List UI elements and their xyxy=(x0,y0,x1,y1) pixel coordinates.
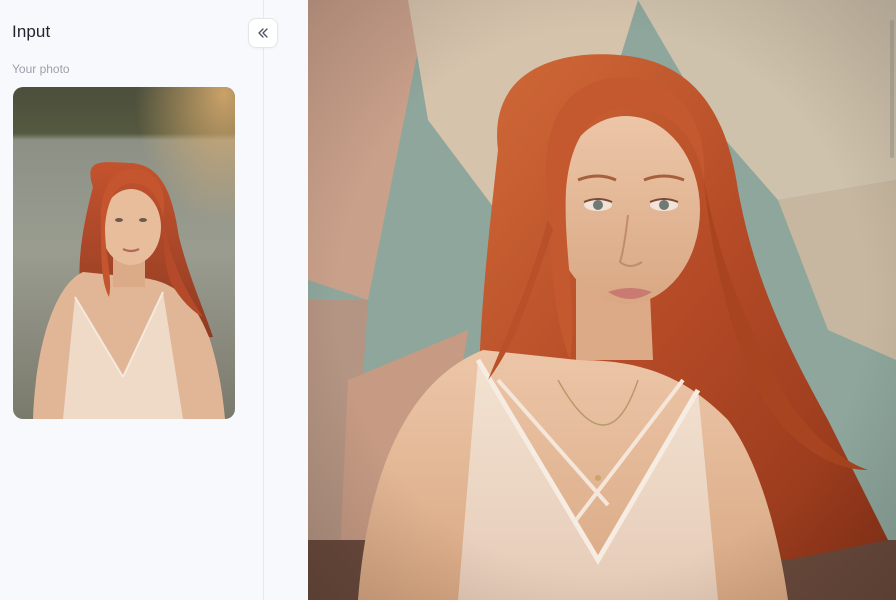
double-chevron-left-icon xyxy=(256,26,270,40)
sidebar-title: Input xyxy=(12,22,51,41)
input-photo-thumbnail[interactable] xyxy=(13,87,235,419)
collapse-sidebar-button[interactable] xyxy=(248,18,278,48)
vertical-scrollbar[interactable] xyxy=(890,20,894,158)
app-root: Input Your photo xyxy=(0,0,896,600)
your-photo-label: Your photo xyxy=(12,62,70,76)
sidebar-gutter xyxy=(264,0,308,600)
result-image-panel xyxy=(308,0,896,600)
input-sidebar: Input Your photo xyxy=(0,0,278,600)
result-photo-image xyxy=(308,0,896,600)
input-photo-image xyxy=(13,87,235,419)
